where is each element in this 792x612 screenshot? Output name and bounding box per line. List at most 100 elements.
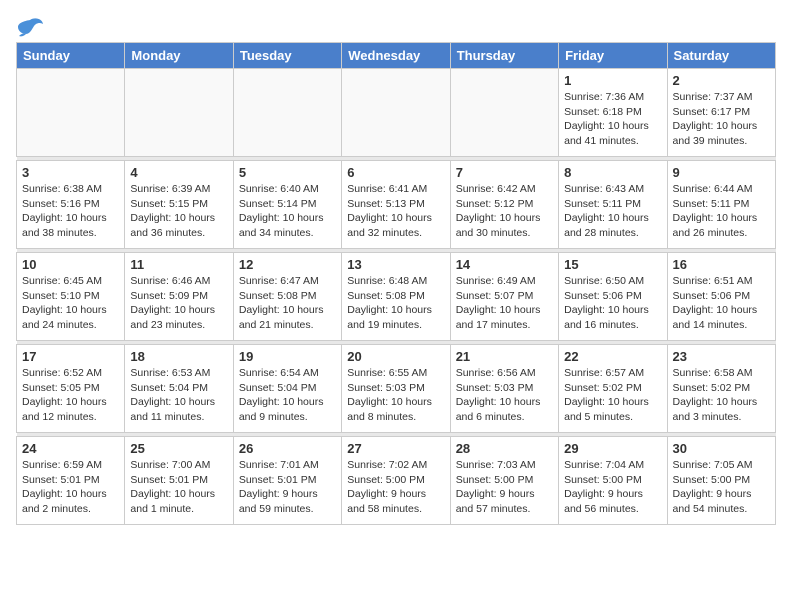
day-info: Sunrise: 7:37 AM Sunset: 6:17 PM Dayligh… <box>673 90 770 149</box>
day-number: 29 <box>564 441 661 456</box>
day-info: Sunrise: 6:53 AM Sunset: 5:04 PM Dayligh… <box>130 366 227 425</box>
calendar-cell: 5 Sunrise: 6:40 AM Sunset: 5:14 PM Daylig… <box>233 161 341 249</box>
calendar-cell: 30 Sunrise: 7:05 AM Sunset: 5:00 PM Dayli… <box>667 437 775 525</box>
calendar-cell: 26 Sunrise: 7:01 AM Sunset: 5:01 PM Dayli… <box>233 437 341 525</box>
day-number: 15 <box>564 257 661 272</box>
day-number: 30 <box>673 441 770 456</box>
day-number: 24 <box>22 441 119 456</box>
day-number: 14 <box>456 257 553 272</box>
day-info: Sunrise: 6:55 AM Sunset: 5:03 PM Dayligh… <box>347 366 444 425</box>
header <box>16 16 776 38</box>
day-number: 3 <box>22 165 119 180</box>
day-info: Sunrise: 6:58 AM Sunset: 5:02 PM Dayligh… <box>673 366 770 425</box>
calendar-cell: 18 Sunrise: 6:53 AM Sunset: 5:04 PM Dayli… <box>125 345 233 433</box>
calendar-header-monday: Monday <box>125 43 233 69</box>
calendar-cell: 24 Sunrise: 6:59 AM Sunset: 5:01 PM Dayli… <box>17 437 125 525</box>
logo-bird-icon <box>16 16 44 38</box>
calendar-cell: 3 Sunrise: 6:38 AM Sunset: 5:16 PM Daylig… <box>17 161 125 249</box>
calendar-cell: 12 Sunrise: 6:47 AM Sunset: 5:08 PM Dayli… <box>233 253 341 341</box>
calendar-cell: 17 Sunrise: 6:52 AM Sunset: 5:05 PM Dayli… <box>17 345 125 433</box>
calendar-cell: 1 Sunrise: 7:36 AM Sunset: 6:18 PM Daylig… <box>559 69 667 157</box>
calendar-cell: 14 Sunrise: 6:49 AM Sunset: 5:07 PM Dayli… <box>450 253 558 341</box>
day-info: Sunrise: 7:03 AM Sunset: 5:00 PM Dayligh… <box>456 458 553 517</box>
calendar-week-row: 17 Sunrise: 6:52 AM Sunset: 5:05 PM Dayli… <box>17 345 776 433</box>
calendar-cell: 7 Sunrise: 6:42 AM Sunset: 5:12 PM Daylig… <box>450 161 558 249</box>
day-info: Sunrise: 6:48 AM Sunset: 5:08 PM Dayligh… <box>347 274 444 333</box>
day-info: Sunrise: 6:52 AM Sunset: 5:05 PM Dayligh… <box>22 366 119 425</box>
day-info: Sunrise: 6:56 AM Sunset: 5:03 PM Dayligh… <box>456 366 553 425</box>
calendar-cell: 27 Sunrise: 7:02 AM Sunset: 5:00 PM Dayli… <box>342 437 450 525</box>
day-number: 8 <box>564 165 661 180</box>
calendar-cell: 21 Sunrise: 6:56 AM Sunset: 5:03 PM Dayli… <box>450 345 558 433</box>
day-number: 13 <box>347 257 444 272</box>
day-number: 21 <box>456 349 553 364</box>
day-number: 5 <box>239 165 336 180</box>
day-info: Sunrise: 6:40 AM Sunset: 5:14 PM Dayligh… <box>239 182 336 241</box>
day-number: 22 <box>564 349 661 364</box>
day-number: 28 <box>456 441 553 456</box>
day-info: Sunrise: 6:42 AM Sunset: 5:12 PM Dayligh… <box>456 182 553 241</box>
day-info: Sunrise: 6:59 AM Sunset: 5:01 PM Dayligh… <box>22 458 119 517</box>
day-number: 26 <box>239 441 336 456</box>
day-info: Sunrise: 6:46 AM Sunset: 5:09 PM Dayligh… <box>130 274 227 333</box>
day-info: Sunrise: 7:02 AM Sunset: 5:00 PM Dayligh… <box>347 458 444 517</box>
calendar-header-saturday: Saturday <box>667 43 775 69</box>
calendar-cell: 16 Sunrise: 6:51 AM Sunset: 5:06 PM Dayli… <box>667 253 775 341</box>
day-number: 27 <box>347 441 444 456</box>
day-info: Sunrise: 6:43 AM Sunset: 5:11 PM Dayligh… <box>564 182 661 241</box>
calendar-cell: 25 Sunrise: 7:00 AM Sunset: 5:01 PM Dayli… <box>125 437 233 525</box>
calendar-cell: 22 Sunrise: 6:57 AM Sunset: 5:02 PM Dayli… <box>559 345 667 433</box>
day-number: 18 <box>130 349 227 364</box>
day-info: Sunrise: 6:38 AM Sunset: 5:16 PM Dayligh… <box>22 182 119 241</box>
day-info: Sunrise: 7:01 AM Sunset: 5:01 PM Dayligh… <box>239 458 336 517</box>
calendar-cell <box>342 69 450 157</box>
calendar-cell: 15 Sunrise: 6:50 AM Sunset: 5:06 PM Dayli… <box>559 253 667 341</box>
calendar-cell: 4 Sunrise: 6:39 AM Sunset: 5:15 PM Daylig… <box>125 161 233 249</box>
day-number: 20 <box>347 349 444 364</box>
calendar-week-row: 3 Sunrise: 6:38 AM Sunset: 5:16 PM Daylig… <box>17 161 776 249</box>
day-info: Sunrise: 6:50 AM Sunset: 5:06 PM Dayligh… <box>564 274 661 333</box>
calendar-cell <box>233 69 341 157</box>
calendar-week-row: 10Sunrise: 6:45 AM Sunset: 5:10 PM Dayli… <box>17 253 776 341</box>
calendar-cell: 20 Sunrise: 6:55 AM Sunset: 5:03 PM Dayli… <box>342 345 450 433</box>
day-number: 4 <box>130 165 227 180</box>
day-number: 25 <box>130 441 227 456</box>
day-number: 10 <box>22 257 119 272</box>
calendar-header-thursday: Thursday <box>450 43 558 69</box>
calendar-week-row: 1 Sunrise: 7:36 AM Sunset: 6:18 PM Daylig… <box>17 69 776 157</box>
day-info: Sunrise: 6:49 AM Sunset: 5:07 PM Dayligh… <box>456 274 553 333</box>
calendar-cell: 23Sunrise: 6:58 AM Sunset: 5:02 PM Dayli… <box>667 345 775 433</box>
calendar-header-tuesday: Tuesday <box>233 43 341 69</box>
day-info: Sunrise: 6:47 AM Sunset: 5:08 PM Dayligh… <box>239 274 336 333</box>
calendar-header-wednesday: Wednesday <box>342 43 450 69</box>
calendar-header-sunday: Sunday <box>17 43 125 69</box>
calendar-cell: 6Sunrise: 6:41 AM Sunset: 5:13 PM Daylig… <box>342 161 450 249</box>
calendar-header-friday: Friday <box>559 43 667 69</box>
day-info: Sunrise: 6:57 AM Sunset: 5:02 PM Dayligh… <box>564 366 661 425</box>
calendar-cell: 8 Sunrise: 6:43 AM Sunset: 5:11 PM Daylig… <box>559 161 667 249</box>
day-info: Sunrise: 7:00 AM Sunset: 5:01 PM Dayligh… <box>130 458 227 517</box>
day-number: 16 <box>673 257 770 272</box>
day-info: Sunrise: 6:39 AM Sunset: 5:15 PM Dayligh… <box>130 182 227 241</box>
day-number: 17 <box>22 349 119 364</box>
calendar-cell: 10Sunrise: 6:45 AM Sunset: 5:10 PM Dayli… <box>17 253 125 341</box>
calendar-week-row: 24 Sunrise: 6:59 AM Sunset: 5:01 PM Dayli… <box>17 437 776 525</box>
day-info: Sunrise: 6:51 AM Sunset: 5:06 PM Dayligh… <box>673 274 770 333</box>
day-number: 11 <box>130 257 227 272</box>
calendar-cell: 19Sunrise: 6:54 AM Sunset: 5:04 PM Dayli… <box>233 345 341 433</box>
logo <box>16 16 48 38</box>
day-info: Sunrise: 7:36 AM Sunset: 6:18 PM Dayligh… <box>564 90 661 149</box>
calendar-cell: 29Sunrise: 7:04 AM Sunset: 5:00 PM Dayli… <box>559 437 667 525</box>
calendar-header-row: SundayMondayTuesdayWednesdayThursdayFrid… <box>17 43 776 69</box>
day-number: 12 <box>239 257 336 272</box>
calendar-cell <box>17 69 125 157</box>
calendar-cell <box>450 69 558 157</box>
calendar-cell: 28 Sunrise: 7:03 AM Sunset: 5:00 PM Dayli… <box>450 437 558 525</box>
calendar-cell <box>125 69 233 157</box>
day-number: 7 <box>456 165 553 180</box>
calendar-cell: 2Sunrise: 7:37 AM Sunset: 6:17 PM Daylig… <box>667 69 775 157</box>
day-info: Sunrise: 7:05 AM Sunset: 5:00 PM Dayligh… <box>673 458 770 517</box>
day-number: 1 <box>564 73 661 88</box>
calendar-cell: 13 Sunrise: 6:48 AM Sunset: 5:08 PM Dayli… <box>342 253 450 341</box>
calendar-cell: 11 Sunrise: 6:46 AM Sunset: 5:09 PM Dayli… <box>125 253 233 341</box>
